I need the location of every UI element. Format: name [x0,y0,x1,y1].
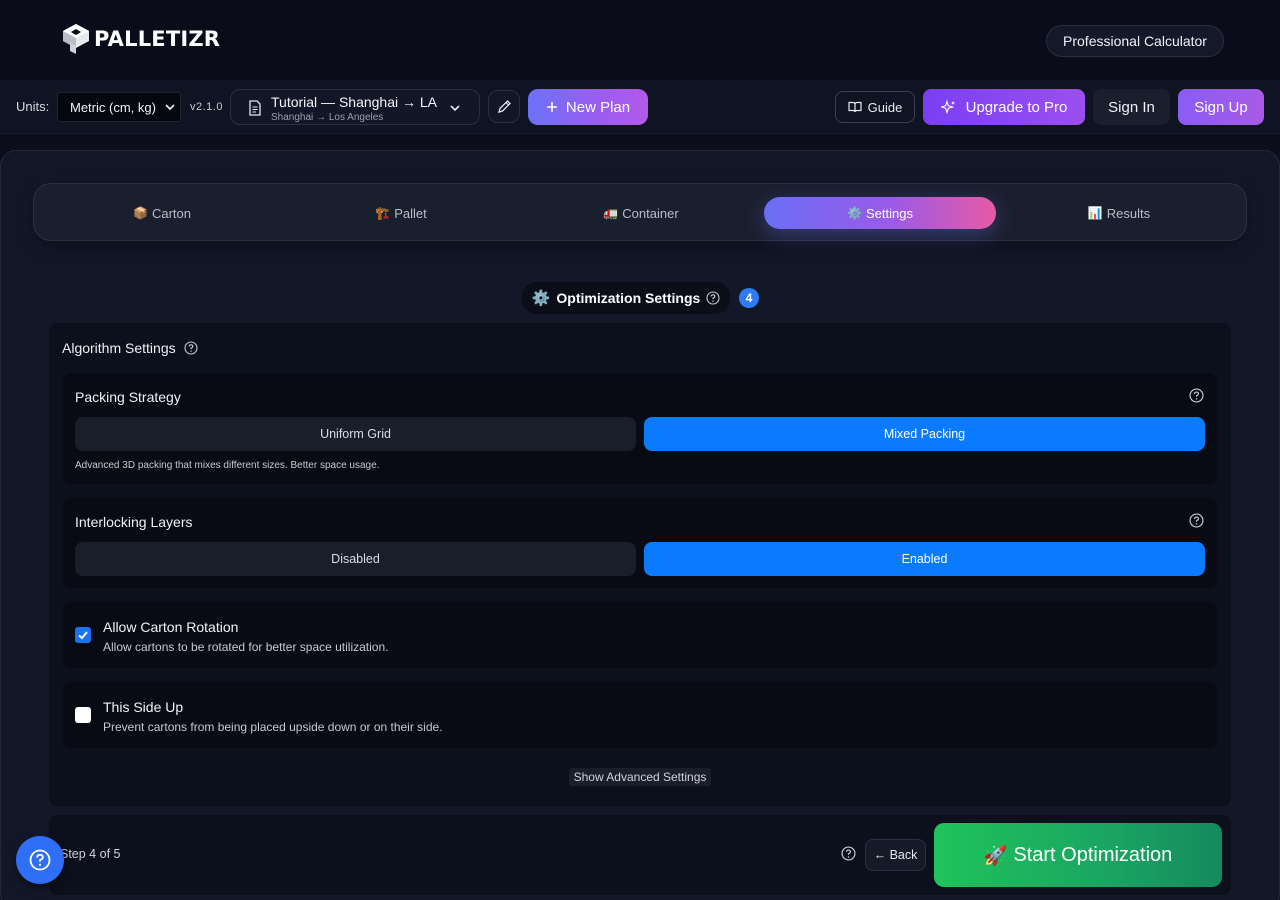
mixed-packing-option[interactable]: Mixed Packing [644,417,1205,451]
tab-carton[interactable]: 📦 Carton [85,197,239,229]
start-optimization-button[interactable]: 🚀 Start Optimization [934,823,1222,887]
upgrade-label: Upgrade to Pro [965,98,1068,116]
tab-container[interactable]: 🚛 Container [564,197,718,229]
truck-icon: 🚛 [603,206,619,220]
professional-calculator-badge[interactable]: Professional Calculator [1046,25,1224,57]
show-advanced-settings-button[interactable]: Show Advanced Settings [569,768,711,786]
carton-rotation-description: Allow cartons to be rotated for better s… [103,640,389,654]
sparkles-icon [940,99,955,114]
plan-selector[interactable]: Tutorial — Shanghai → LA Shanghai → Los … [230,89,480,125]
help-icon[interactable] [841,846,856,861]
packing-strategy-title: Packing Strategy [75,389,181,405]
plan-title: Tutorial — Shanghai → LA [271,94,438,110]
help-icon[interactable] [1189,513,1204,528]
plus-icon [546,102,557,112]
help-icon[interactable] [706,291,720,305]
section-title-text: Optimization Settings [556,290,701,306]
sign-up-button[interactable]: Sign Up [1178,89,1264,125]
interlocking-enabled-option[interactable]: Enabled [644,542,1205,576]
units-select-value: Metric (cm, kg) [70,99,156,115]
tab-carton-label: Carton [151,205,191,221]
top-bar: PALLETIZR Professional Calculator [0,0,1280,80]
box-icon: 📦 [133,206,148,220]
this-side-up-checkbox[interactable] [75,707,91,723]
version-label: v2.1.0 [190,101,223,113]
tab-pallet-label: Pallet [394,205,427,221]
bar-chart-icon: 📊 [1087,206,1103,220]
chevron-down-icon [450,105,460,112]
step-badge: 4 [739,288,759,308]
logo-icon [63,24,89,54]
logo-text: PALLETIZR [94,27,221,51]
interlocking-layers-title: Interlocking Layers [75,514,193,530]
help-icon[interactable] [184,341,198,355]
help-icon [29,849,51,871]
section-title: ⚙️ Optimization Settings [522,282,730,314]
edit-plan-button[interactable] [488,90,520,123]
tab-settings-label: Settings [865,205,913,221]
pencil-icon [497,100,511,113]
guide-label: Guide [867,99,903,115]
tab-settings[interactable]: ⚙️ Settings [764,197,996,229]
checkmark-icon [78,631,88,640]
guide-button[interactable]: Guide [835,91,915,123]
algorithm-settings-title: Algorithm Settings [62,340,198,356]
help-fab-button[interactable] [16,836,64,884]
toolbar: Units: Metric (cm, kg) v2.1.0 Tutorial —… [0,80,1280,134]
rocket-icon: 🚀 [983,844,1008,867]
tab-pallet[interactable]: 🏗️ Pallet [324,197,478,229]
interlocking-disabled-option[interactable]: Disabled [75,542,636,576]
sign-in-button[interactable]: Sign In [1093,89,1170,125]
upgrade-to-pro-button[interactable]: Upgrade to Pro [923,89,1085,125]
uniform-grid-option[interactable]: Uniform Grid [75,417,636,451]
gear-icon: ⚙️ [847,206,862,220]
chevron-down-icon [165,104,175,111]
this-side-up-title: This Side Up [103,699,184,715]
carton-rotation-title: Allow Carton Rotation [103,619,239,635]
gear-icon: ⚙️ [531,289,551,307]
this-side-up-description: Prevent cartons from being placed upside… [103,720,443,734]
step-counter: Step 4 of 5 [60,847,121,861]
new-plan-button[interactable]: New Plan [528,89,648,125]
start-optimization-label: Start Optimization [1013,843,1173,866]
plan-subtitle: Shanghai → Los Angeles [271,112,384,123]
tab-results-label: Results [1106,205,1151,221]
help-icon[interactable] [1189,388,1204,403]
packing-strategy-hint: Advanced 3D packing that mixes different… [75,460,380,471]
units-select[interactable]: Metric (cm, kg) [57,92,181,122]
logo[interactable]: PALLETIZR [62,23,220,55]
step-tabs: 📦 Carton 🏗️ Pallet 🚛 Container ⚙️ Settin… [33,183,1247,241]
construction-icon: 🏗️ [375,206,391,220]
tab-container-label: Container [622,205,679,221]
document-icon [249,100,261,116]
book-icon [848,101,862,113]
back-button[interactable]: ← Back [865,839,926,871]
new-plan-label: New Plan [565,98,631,116]
carton-rotation-card [63,602,1217,668]
units-label: Units: [16,99,50,114]
algorithm-settings-label: Algorithm Settings [62,340,176,356]
this-side-up-card [63,682,1217,748]
tab-results[interactable]: 📊 Results [1042,197,1196,229]
carton-rotation-checkbox[interactable] [75,627,91,643]
